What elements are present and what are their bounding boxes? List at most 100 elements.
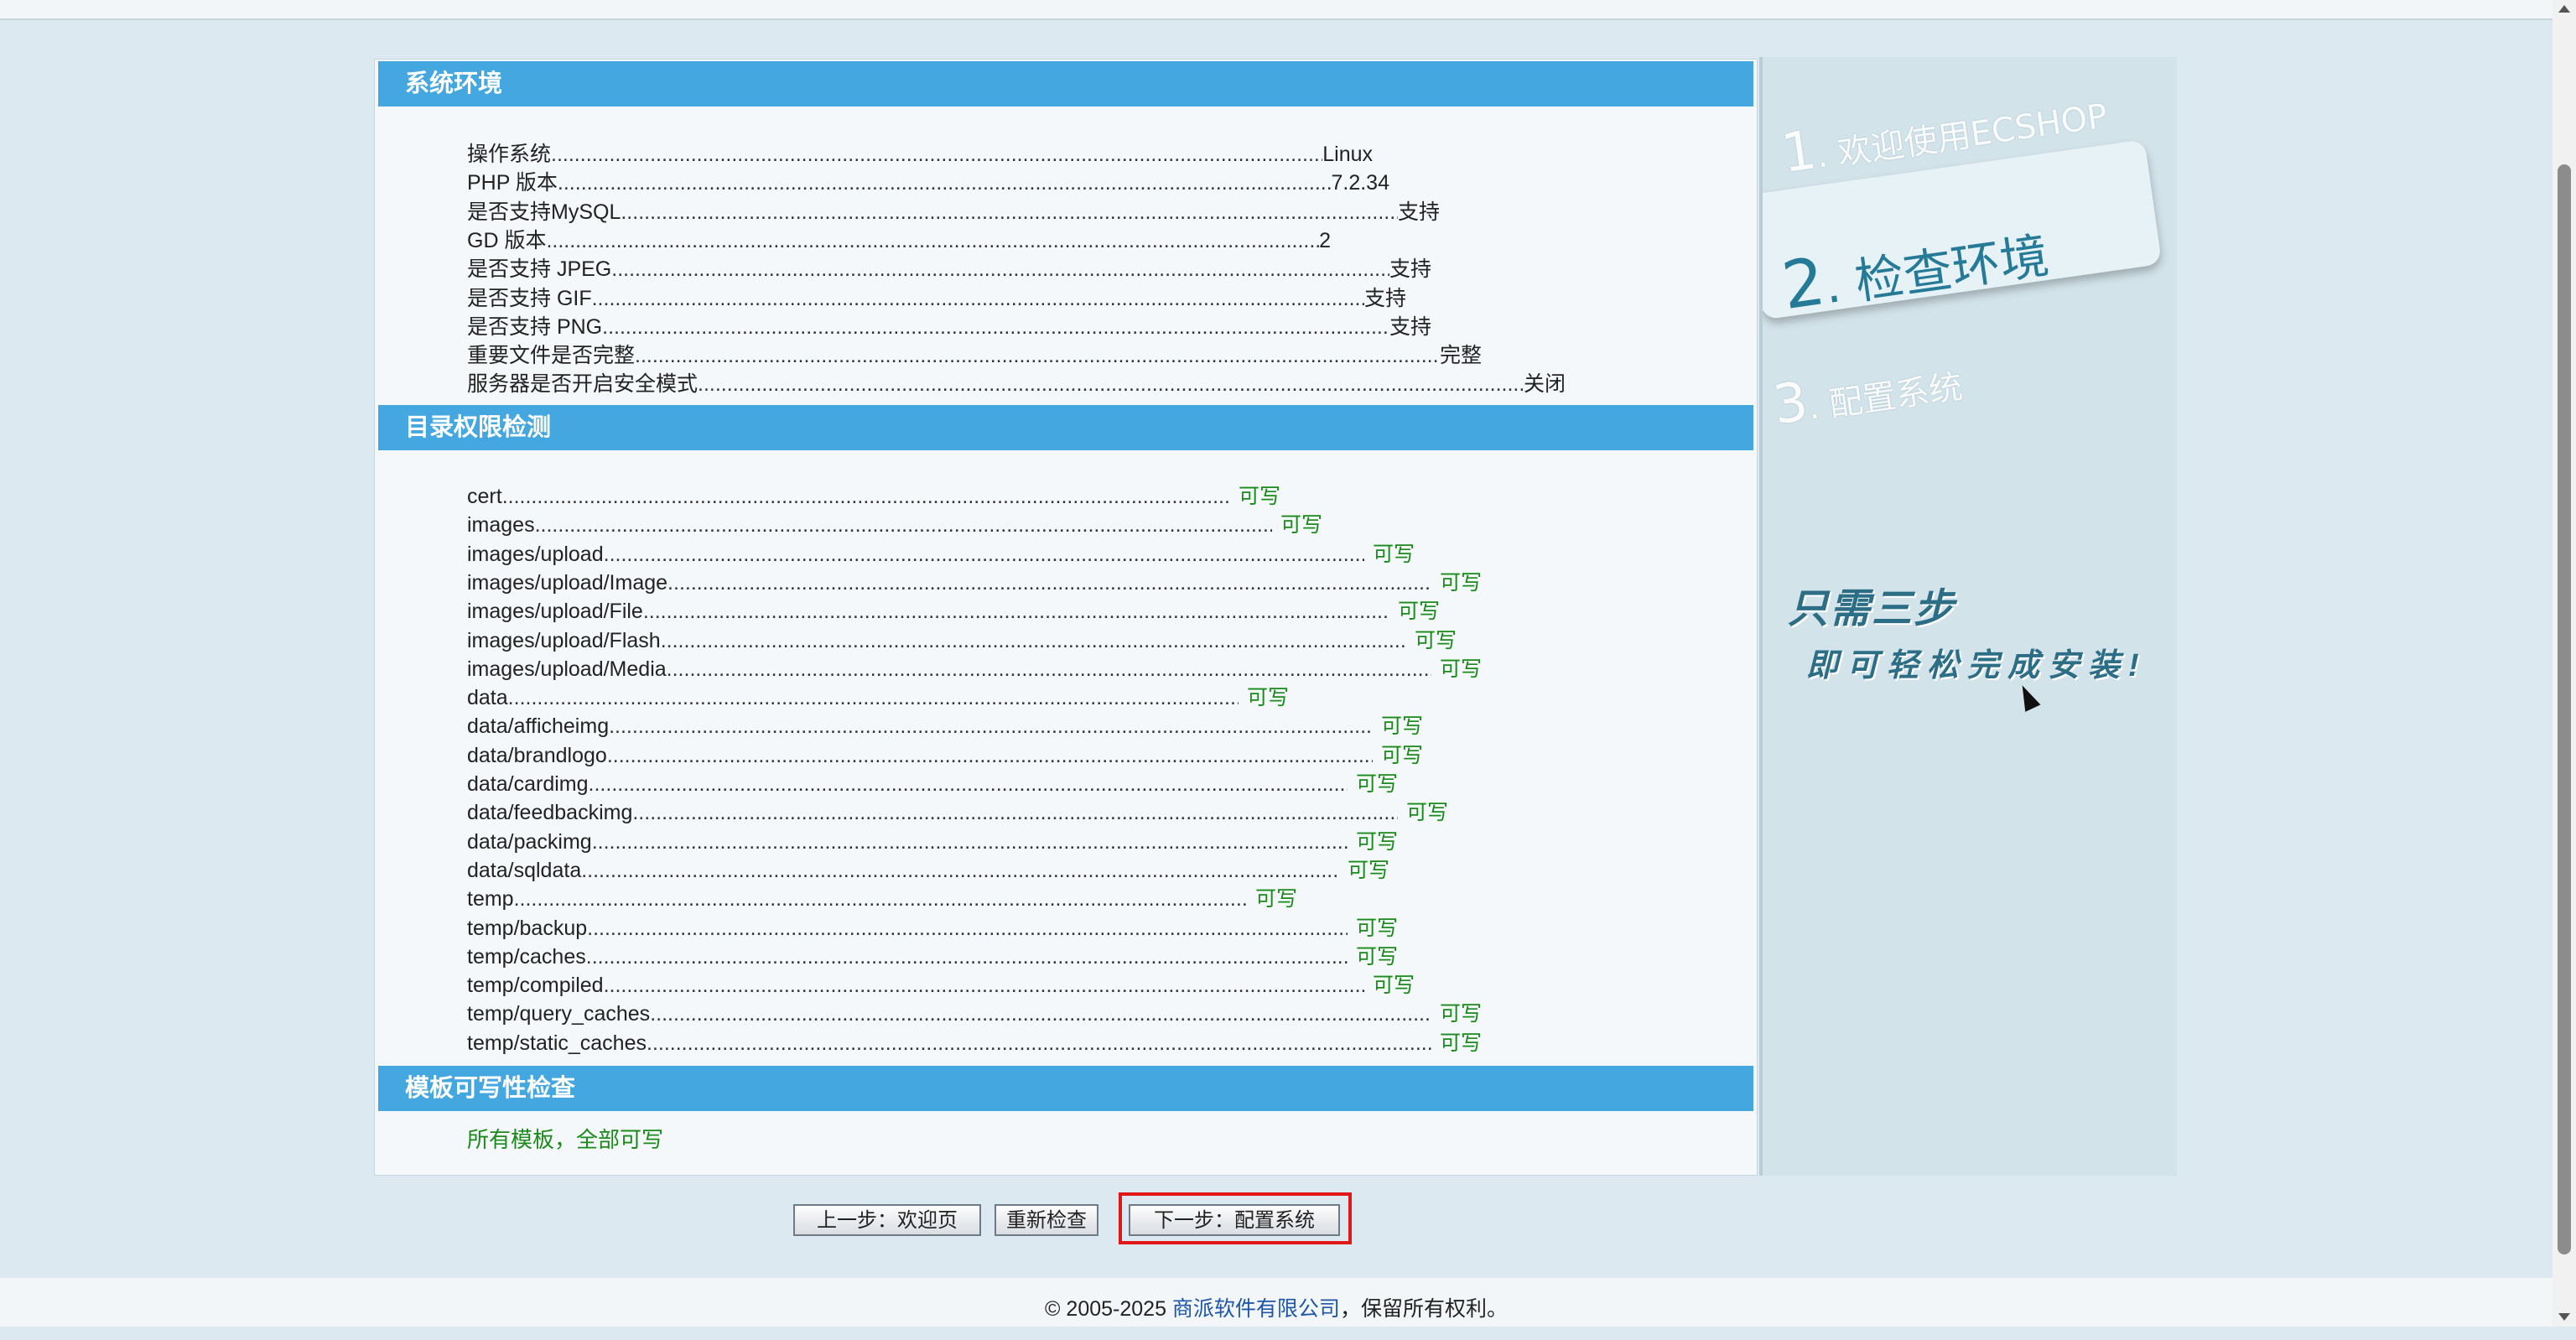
next-step-button[interactable]: 下一步：配置系统: [1129, 1204, 1340, 1236]
footer: © 2005-2025 商派软件有限公司，保留所有权利。: [0, 1278, 2553, 1327]
system-env-label: PHP 版本: [467, 171, 558, 195]
scroll-down-arrow-icon[interactable]: [2558, 1313, 2570, 1321]
leader-dots: [581, 856, 1339, 885]
system-env-label: 是否支持MySQL: [467, 200, 621, 224]
dir-permission-row: data/feedbackimg 可写: [467, 798, 1448, 827]
dir-permission-row: temp/query_caches 可写: [467, 1000, 1482, 1028]
dir-path-label: temp/query_caches: [467, 1002, 651, 1026]
dir-status-value: 可写: [1439, 1002, 1482, 1026]
dir-permission-row: images/upload/Flash 可写: [467, 626, 1457, 655]
dir-status-value: 可写: [1246, 686, 1289, 710]
leader-dots: [661, 626, 1406, 655]
dir-permission-row: data 可写: [467, 683, 1289, 712]
dir-path-label: temp: [467, 887, 514, 912]
leader-dots: [609, 712, 1373, 740]
dir-permission-row: images/upload/Media 可写: [467, 655, 1482, 683]
system-env-row: 操作系统 Linux: [467, 140, 1373, 169]
system-env-value: 支持: [1397, 200, 1440, 224]
system-env-value: 完整: [1439, 344, 1482, 368]
leader-dots: [514, 885, 1247, 913]
dir-status-value: 可写: [1439, 570, 1482, 595]
leader-dots: [592, 284, 1364, 313]
dir-status-value: 可写: [1238, 485, 1280, 508]
slogan-easy-install: 即可轻松完成安装!: [1806, 648, 2148, 683]
dir-path-label: data: [467, 686, 508, 710]
dir-permission-row: images/upload 可写: [467, 540, 1415, 569]
slogan-three-steps: 只需三步: [1788, 587, 1956, 631]
footer-rights: ，保留所有权利。: [1339, 1297, 1508, 1321]
system-env-value: Linux: [1322, 143, 1373, 166]
dir-path-label: data/sqldata: [467, 858, 582, 882]
system-env-row: 是否支持 PNG 支持: [467, 313, 1431, 341]
dir-permission-row: temp/backup 可写: [467, 914, 1398, 943]
system-env-value: 7.2.34: [1331, 171, 1389, 195]
dir-status-value: 可写: [1355, 916, 1398, 940]
system-env-value: 2: [1319, 228, 1331, 252]
system-env-row: 是否支持MySQL 支持: [467, 198, 1440, 226]
dir-permission-header: 目录权限检测: [378, 405, 1753, 450]
dir-status-value: 可写: [1280, 513, 1322, 538]
dir-status-value: 可写: [1254, 887, 1297, 912]
system-env-row: 重要文件是否完整 完整: [467, 341, 1482, 370]
leader-dots: [602, 313, 1389, 341]
dir-permission-row: data/afficheimg 可写: [467, 712, 1423, 740]
system-env-value: 支持: [1389, 314, 1431, 339]
leader-dots: [643, 597, 1389, 626]
dir-path-label: temp/compiled: [467, 974, 604, 998]
dir-permission-row: images 可写: [467, 511, 1322, 539]
leader-dots: [551, 140, 1322, 169]
dir-status-value: 可写: [1355, 829, 1398, 854]
system-env-row: 是否支持 JPEG 支持: [467, 255, 1431, 283]
prev-step-button[interactable]: 上一步：欢迎页: [793, 1204, 981, 1236]
dir-path-label: cert: [467, 485, 502, 508]
dir-status-value: 可写: [1414, 628, 1457, 652]
dir-path-label: temp/caches: [467, 944, 586, 969]
system-env-row: GD 版本 2: [467, 226, 1331, 255]
system-env-row: PHP 版本 7.2.34: [467, 169, 1389, 197]
step-3-config: 3. 配置系统: [1769, 367, 1966, 438]
footer-copyright: © 2005-2025: [1045, 1297, 1172, 1321]
leader-dots: [632, 798, 1398, 827]
vertical-scrollbar[interactable]: [2553, 0, 2576, 1327]
system-env-value: 关闭: [1523, 372, 1566, 397]
leader-dots: [592, 828, 1348, 856]
system-env-label: 重要文件是否完整: [467, 344, 636, 368]
dir-path-label: data/cardimg: [467, 772, 589, 796]
company-link[interactable]: 商派软件有限公司: [1172, 1297, 1340, 1321]
system-env-row: 是否支持 GIF 支持: [467, 284, 1406, 313]
dir-permission-row: data/brandlogo 可写: [467, 741, 1423, 770]
dir-status-value: 可写: [1372, 974, 1415, 998]
dir-permission-row: temp/caches 可写: [467, 943, 1398, 971]
recheck-button[interactable]: 重新检查: [995, 1204, 1098, 1236]
system-env-value: 支持: [1389, 257, 1431, 282]
leader-dots: [546, 226, 1319, 255]
leader-dots: [635, 341, 1440, 370]
install-steps-sidebar: 1. 欢迎使用ECSHOP 2. 检查环境 3. 配置系统 只需三步 即可轻松完…: [1759, 57, 2177, 1176]
system-env-label: 是否支持 PNG: [467, 314, 603, 339]
system-env-label: 是否支持 GIF: [467, 286, 592, 310]
system-env-header: 系统环境: [378, 61, 1753, 106]
leader-dots: [587, 914, 1348, 943]
leader-dots: [502, 482, 1230, 511]
dir-status-value: 可写: [1372, 542, 1415, 566]
dir-permission-row: data/cardimg 可写: [467, 770, 1398, 798]
system-env-label: 操作系统: [467, 143, 552, 166]
dir-path-label: images/upload: [467, 542, 604, 566]
system-env-row: 服务器是否开启安全模式 关闭: [467, 370, 1566, 398]
dir-status-value: 可写: [1347, 858, 1389, 882]
system-env-value: 支持: [1363, 286, 1406, 310]
dir-path-label: images/upload/Media: [467, 657, 667, 681]
leader-dots: [604, 971, 1364, 1000]
dir-permission-row: data/packimg 可写: [467, 828, 1398, 856]
leader-dots: [558, 169, 1332, 197]
leader-dots: [667, 655, 1431, 683]
check-panel: 系统环境 操作系统 Linux PHP 版本 7.2.34 是否支持MySQL 支持 GD …: [374, 59, 1758, 1176]
dir-status-value: 可写: [1355, 944, 1398, 969]
leader-dots: [611, 255, 1389, 283]
leader-dots: [621, 198, 1398, 226]
dir-status-value: 可写: [1439, 657, 1482, 681]
dir-path-label: data/afficheimg: [467, 714, 610, 739]
scrollbar-thumb[interactable]: [2558, 164, 2571, 1254]
dir-permission-row: temp/static_caches 可写: [467, 1029, 1482, 1057]
scroll-up-arrow-icon[interactable]: [2558, 5, 2570, 13]
